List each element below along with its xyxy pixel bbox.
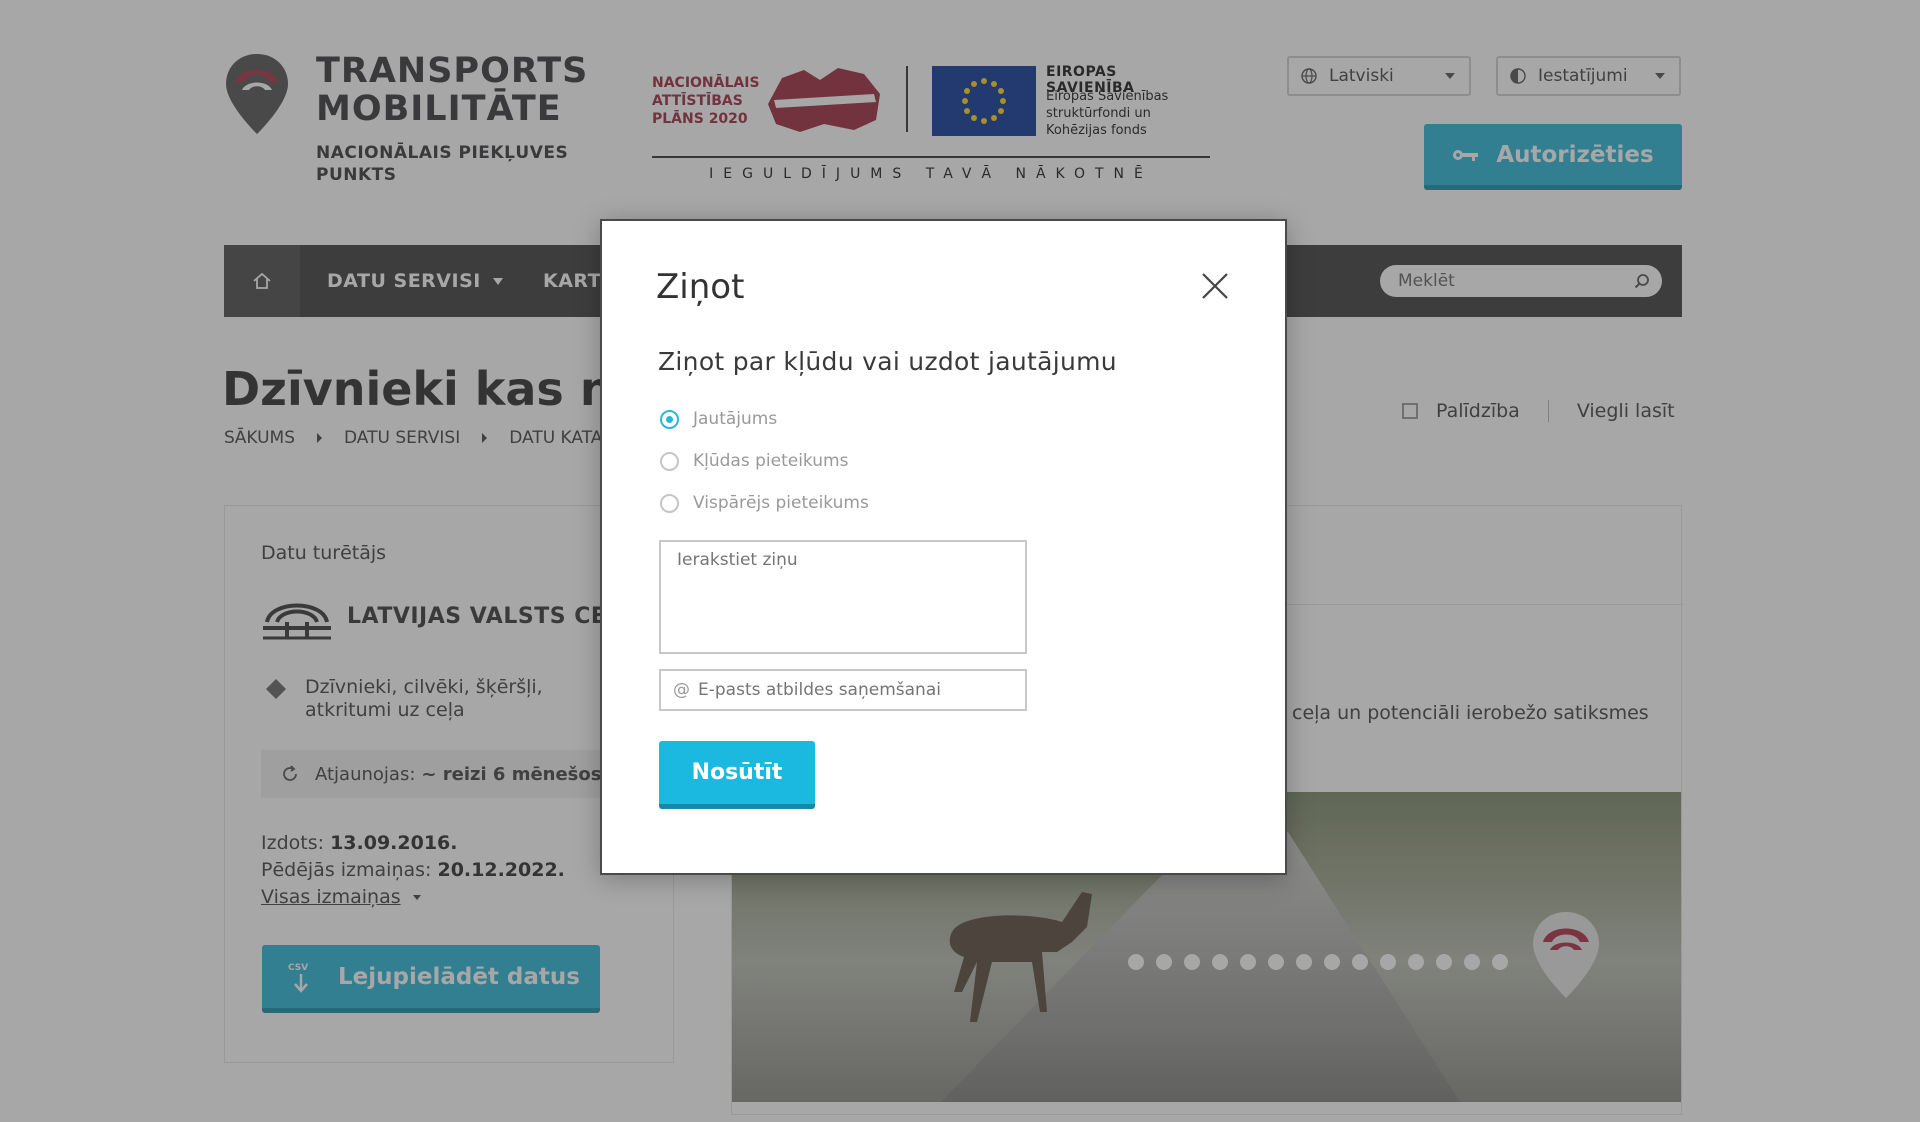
radio-button[interactable] bbox=[660, 451, 679, 471]
radio-general-request[interactable]: Vispārējs pieteikums bbox=[660, 493, 869, 513]
message-textarea[interactable] bbox=[659, 540, 1027, 654]
radio-button-selected[interactable] bbox=[660, 409, 679, 429]
radio-button[interactable] bbox=[660, 493, 679, 513]
radio-label: Jautājums bbox=[693, 409, 778, 429]
dialog-subtitle: Ziņot par kļūdu vai uzdot jautājumu bbox=[658, 347, 1117, 376]
email-field[interactable]: @ bbox=[659, 669, 1027, 711]
radio-label: Vispārējs pieteikums bbox=[693, 493, 869, 513]
close-icon[interactable] bbox=[1200, 271, 1230, 301]
dialog-title: Ziņot bbox=[656, 267, 745, 307]
email-input[interactable] bbox=[698, 680, 1018, 700]
at-sign-icon: @ bbox=[673, 680, 690, 700]
submit-button[interactable]: Nosūtīt bbox=[659, 741, 815, 809]
radio-question[interactable]: Jautājums bbox=[660, 409, 777, 429]
report-dialog: Ziņot Ziņot par kļūdu vai uzdot jautājum… bbox=[600, 219, 1287, 875]
radio-error-report[interactable]: Kļūdas pieteikums bbox=[660, 451, 848, 471]
radio-label: Kļūdas pieteikums bbox=[693, 451, 849, 471]
page: TRANSPORTS MOBILITĀTE NACIONĀLAIS PIEKĻU… bbox=[0, 0, 1920, 1122]
